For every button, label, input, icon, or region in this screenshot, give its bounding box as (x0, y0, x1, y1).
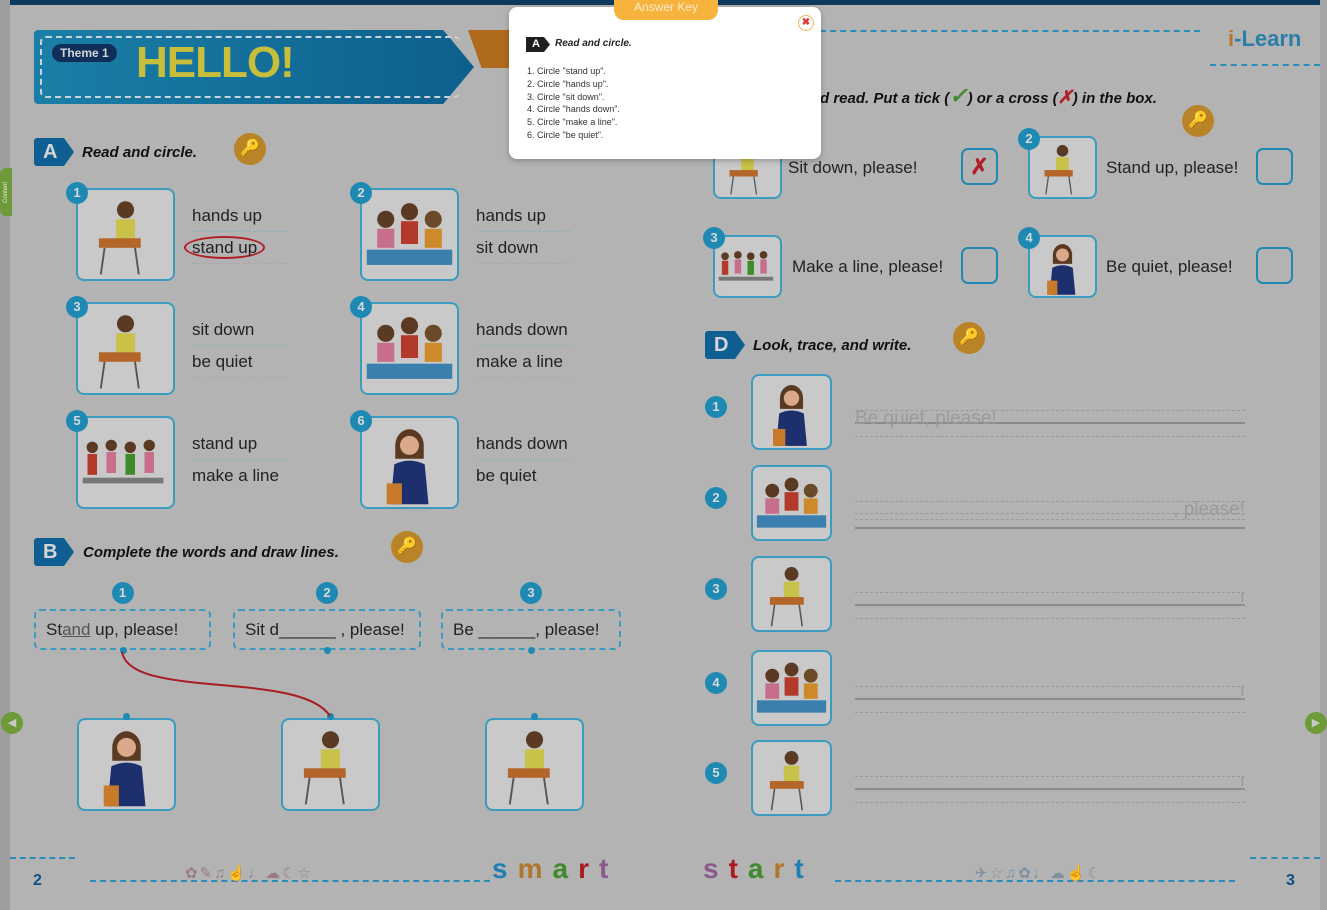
picture-kids-hands-up (751, 465, 832, 541)
picture-kids-line (713, 235, 782, 298)
item-number: 2 (705, 487, 727, 509)
answer-item: 4. Circle "hands down". (527, 104, 620, 115)
footer-letter: t (794, 853, 804, 884)
picture-boy-stand-up (1028, 136, 1097, 199)
right-edge (1320, 0, 1327, 910)
picture-kids-hands-down (751, 650, 832, 726)
trace-text: ! (1239, 684, 1245, 705)
header-dash (1210, 64, 1320, 66)
item-number: 4 (1018, 227, 1040, 249)
sentence-label: Make a line, please! (792, 257, 944, 276)
item-number: 3 (703, 227, 725, 249)
writing-line[interactable]: Be quiet, please! (855, 406, 1245, 446)
sentence-label: Be quiet, please! (1106, 257, 1233, 276)
next-page-button[interactable]: ▶ (1305, 712, 1327, 734)
footer-letter: s (492, 853, 508, 884)
answer-item: 2. Circle "hands up". (527, 78, 609, 89)
item-number: 2 (1018, 128, 1040, 150)
picture-teacher-quiet (1028, 235, 1097, 298)
section-d-title: Look, trace, and write. (753, 337, 912, 354)
header-dash (820, 30, 1200, 32)
footer-letter: a (747, 853, 764, 884)
footer-letter: r (773, 853, 785, 884)
answer-key-d-button[interactable]: 🔑 (953, 322, 985, 354)
footer-dash (10, 857, 75, 859)
footer-letter: a (552, 853, 569, 884)
answer-item: 3. Circle "sit down". (527, 91, 605, 102)
footer-doodles-left: ✿✎♫☝♩☁☾☆ (185, 865, 313, 882)
writing-line[interactable]: ! (855, 772, 1245, 812)
footer-letter: t (728, 853, 738, 884)
footer-start: start (703, 853, 814, 885)
trace-text: ! (1239, 590, 1245, 611)
answer-checkbox[interactable] (961, 247, 998, 284)
footer-letter: s (703, 853, 719, 884)
item-number: 4 (705, 672, 727, 694)
popup-title: Read and circle. (555, 38, 632, 49)
sentence-label: Sit down, please! (788, 158, 918, 177)
writing-line[interactable]: ! (855, 588, 1245, 628)
trace-text: , please! (1173, 499, 1245, 520)
section-c-title: d read. Put a tick (✓) or a cross (✗) in… (820, 83, 1157, 108)
footer-smart: smart (492, 853, 618, 885)
answer-checkbox[interactable] (1256, 247, 1293, 284)
writing-line[interactable]: , please! (855, 497, 1245, 537)
page-number-left: 2 (33, 872, 42, 889)
ilearn-logo: i-Learn (1228, 26, 1302, 51)
footer-letter: t (598, 853, 609, 884)
item-number: 1 (705, 396, 727, 418)
footer-doodles-right: ✈☆♫✿♩☁☝☾ (975, 865, 1103, 882)
trace-text: Be quiet, please! (855, 408, 997, 429)
answer-item: 1. Circle "stand up". (527, 66, 606, 76)
writing-line[interactable]: ! (855, 682, 1245, 722)
answer-item: 5. Circle "make a line". (527, 117, 618, 128)
answer-checkbox[interactable]: ✗ (961, 148, 998, 185)
footer-letter: r (578, 853, 589, 884)
trace-text: ! (1239, 774, 1245, 795)
picture-teacher-quiet (751, 374, 832, 450)
footer-letter: m (517, 853, 543, 884)
sentence-label: Stand up, please! (1106, 158, 1239, 177)
picture-boy-sit-down (751, 740, 832, 816)
answer-checkbox[interactable] (1256, 148, 1293, 185)
answer-item: 6. Circle "be quiet". (527, 129, 604, 140)
answer-key-c-button[interactable]: 🔑 (1182, 105, 1214, 137)
close-icon[interactable]: ✖ (798, 15, 814, 31)
page-number-right: 3 (1286, 872, 1295, 889)
picture-boy-stand-up (751, 556, 832, 632)
answer-key-tab: Answer Key (614, 0, 718, 20)
answer-list: 1. Circle "stand up". 2. Circle "hands u… (527, 65, 620, 142)
footer-dash (1250, 857, 1320, 859)
item-number: 3 (705, 578, 727, 600)
item-number: 5 (705, 762, 727, 784)
section-d-badge: D (705, 331, 745, 359)
